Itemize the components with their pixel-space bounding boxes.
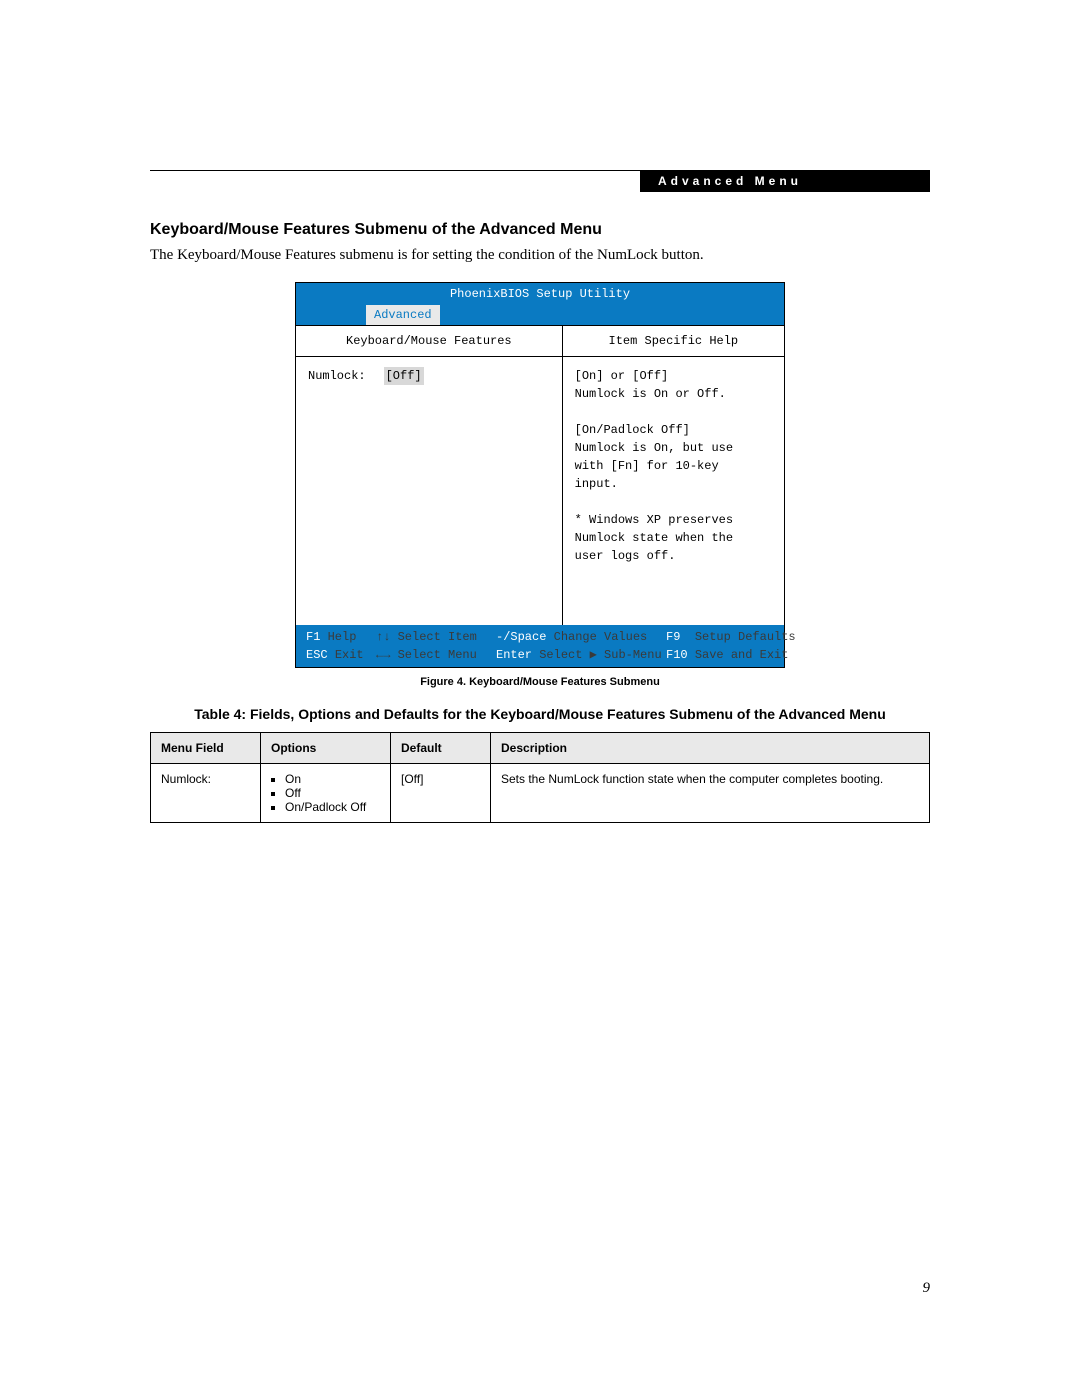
- section-intro: The Keyboard/Mouse Features submenu is f…: [150, 247, 930, 264]
- bios-select-menu: Select Menu: [398, 648, 477, 662]
- bios-key-space: -/Space: [496, 630, 546, 644]
- table-caption: Table 4: Fields, Options and Defaults fo…: [150, 706, 930, 722]
- bios-right-header: Item Specific Help: [563, 326, 784, 357]
- cell-menu-field: Numlock:: [151, 764, 261, 823]
- table-header-row: Menu Field Options Default Description: [151, 733, 930, 764]
- bios-key-f9: F9: [666, 630, 680, 644]
- bios-tab-advanced: Advanced: [366, 305, 440, 325]
- arrows-lr-icon: ←→: [376, 648, 390, 662]
- header-bar: Advanced Menu: [640, 170, 930, 192]
- bios-footer: F1 Help ↑↓ Select Item -/Space Change Va…: [296, 625, 784, 667]
- table-row: Numlock: On Off On/Padlock Off [Off] Set…: [151, 764, 930, 823]
- bios-help-text: [On] or [Off] Numlock is On or Off. [On/…: [563, 357, 784, 575]
- option-on-padlock-off: On/Padlock Off: [285, 800, 380, 814]
- cell-default: [Off]: [391, 764, 491, 823]
- figure-caption: Figure 4. Keyboard/Mouse Features Submen…: [150, 676, 930, 688]
- options-table: Menu Field Options Default Description N…: [150, 732, 930, 823]
- th-description: Description: [491, 733, 930, 764]
- bios-save-exit: Save and Exit: [695, 648, 789, 662]
- arrows-ud-icon: ↑↓: [376, 630, 390, 644]
- bios-key-enter: Enter: [496, 648, 532, 662]
- th-options: Options: [261, 733, 391, 764]
- option-off: Off: [285, 786, 380, 800]
- bios-left-panel: Keyboard/Mouse Features Numlock: [Off]: [296, 325, 563, 625]
- cell-options: On Off On/Padlock Off: [261, 764, 391, 823]
- bios-left-header: Keyboard/Mouse Features: [296, 326, 562, 357]
- bios-change-values: Change Values: [554, 630, 648, 644]
- th-default: Default: [391, 733, 491, 764]
- bios-field-label: Numlock:: [308, 367, 366, 385]
- bios-select-submenu: Select ▶ Sub-Menu: [539, 648, 661, 662]
- bios-title: PhoenixBIOS Setup Utility: [296, 283, 784, 305]
- section-title: Keyboard/Mouse Features Submenu of the A…: [150, 221, 930, 239]
- bios-right-panel: Item Specific Help [On] or [Off] Numlock…: [563, 325, 784, 625]
- bios-field-value: [Off]: [384, 367, 424, 385]
- option-on: On: [285, 772, 380, 786]
- bios-exit-label: Exit: [335, 648, 364, 662]
- bios-screenshot: PhoenixBIOS Setup Utility Advanced Keybo…: [295, 282, 785, 668]
- bios-key-esc: ESC: [306, 648, 328, 662]
- page-number: 9: [923, 1280, 931, 1297]
- bios-setup-defaults: Setup Defaults: [695, 630, 796, 644]
- th-menu-field: Menu Field: [151, 733, 261, 764]
- bios-key-f1: F1: [306, 630, 320, 644]
- bios-tab-row: Advanced: [296, 305, 784, 325]
- bios-select-item: Select Item: [398, 630, 477, 644]
- bios-help-label: Help: [328, 630, 357, 644]
- bios-key-f10: F10: [666, 648, 688, 662]
- header-label: Advanced Menu: [658, 174, 802, 188]
- cell-description: Sets the NumLock function state when the…: [491, 764, 930, 823]
